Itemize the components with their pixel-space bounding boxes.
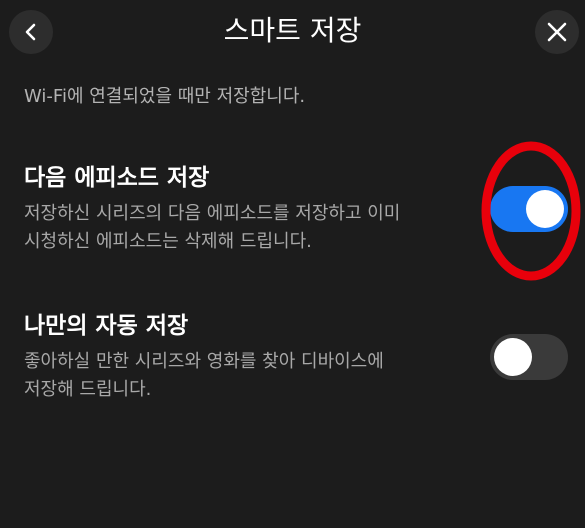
- setting-description: 저장하신 시리즈의 다음 에피소드를 저장하고 이미 시청하신 에피소드는 삭제…: [24, 200, 464, 256]
- close-button[interactable]: [535, 10, 579, 54]
- header: 스마트 저장: [0, 0, 585, 66]
- wifi-only-note: Wi-Fi에 연결되었을 때만 저장합니다.: [24, 86, 306, 107]
- setting-title: 나만의 자동 저장: [24, 313, 189, 339]
- toggle-knob: [526, 190, 564, 228]
- close-icon: [547, 22, 567, 42]
- setting-description-line: 좋아하실 만한 시리즈와 영화를 찾아 디바이스에: [24, 351, 384, 372]
- setting-description-line: 시청하신 에피소드는 삭제해 드립니다.: [24, 231, 312, 252]
- setting-title: 다음 에피소드 저장: [24, 165, 210, 191]
- toggle-knob: [494, 338, 532, 376]
- setting-description-line: 저장해 드립니다.: [24, 379, 152, 400]
- downloads-for-you-toggle[interactable]: [490, 334, 568, 380]
- setting-description: 좋아하실 만한 시리즈와 영화를 찾아 디바이스에 저장해 드립니다.: [24, 348, 464, 404]
- page-title: 스마트 저장: [223, 14, 362, 47]
- setting-next-episode: 다음 에피소드 저장 저장하신 시리즈의 다음 에피소드를 저장하고 이미 시청…: [24, 162, 464, 256]
- setting-downloads-for-you: 나만의 자동 저장 좋아하실 만한 시리즈와 영화를 찾아 디바이스에 저장해 …: [24, 310, 464, 404]
- setting-description-line: 저장하신 시리즈의 다음 에피소드를 저장하고 이미: [24, 203, 401, 224]
- next-episode-toggle[interactable]: [490, 186, 568, 232]
